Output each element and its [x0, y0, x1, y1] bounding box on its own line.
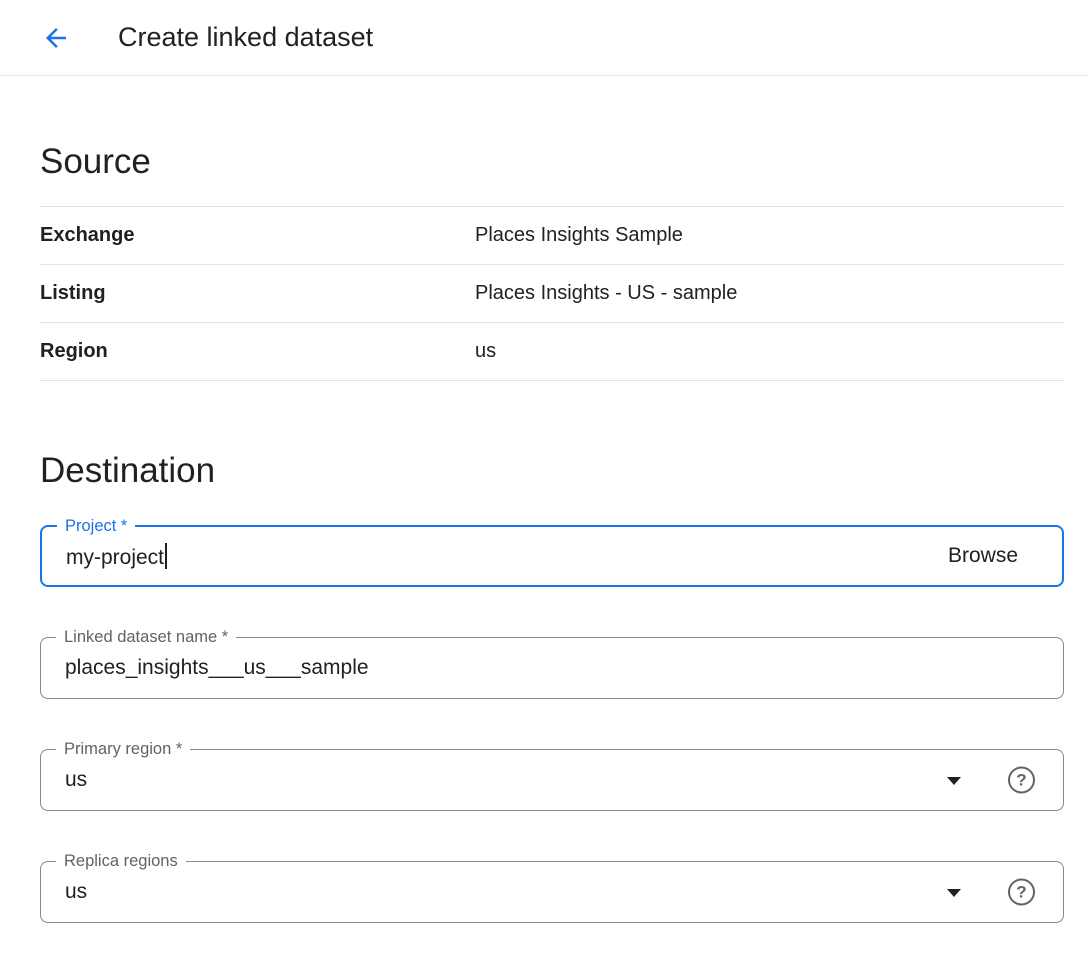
replica-regions-field[interactable]: Replica regions us ?: [40, 861, 1064, 923]
project-input[interactable]: my-project: [42, 543, 167, 570]
help-icon[interactable]: ?: [1008, 879, 1035, 906]
listing-label: Listing: [40, 282, 475, 305]
project-field-label: Project *: [57, 516, 135, 536]
replica-regions-label: Replica regions: [56, 851, 186, 871]
primary-region-label: Primary region *: [56, 739, 190, 759]
linked-dataset-name-field[interactable]: Linked dataset name * places_insights___…: [40, 637, 1064, 699]
destination-heading: Destination: [40, 451, 1064, 491]
table-row: Listing Places Insights - US - sample: [40, 265, 1064, 323]
linked-dataset-name-label: Linked dataset name *: [56, 627, 236, 647]
source-table: Exchange Places Insights Sample Listing …: [40, 206, 1064, 381]
table-row: Region us: [40, 323, 1064, 381]
dropdown-arrow-icon[interactable]: [947, 777, 961, 785]
project-field[interactable]: Project * my-project Browse: [40, 525, 1064, 587]
browse-button[interactable]: Browse: [948, 544, 1062, 568]
exchange-value: Places Insights Sample: [475, 224, 683, 247]
listing-value: Places Insights - US - sample: [475, 282, 737, 305]
exchange-label: Exchange: [40, 224, 475, 247]
replica-regions-select[interactable]: us: [41, 880, 87, 904]
table-row: Exchange Places Insights Sample: [40, 207, 1064, 265]
dropdown-arrow-icon[interactable]: [947, 889, 961, 897]
primary-region-select[interactable]: us: [41, 768, 87, 792]
page-header: Create linked dataset: [0, 0, 1088, 76]
source-heading: Source: [40, 142, 1064, 182]
primary-region-field[interactable]: Primary region * us ?: [40, 749, 1064, 811]
linked-dataset-name-input[interactable]: places_insights___us___sample: [41, 656, 369, 680]
back-arrow-icon[interactable]: [34, 16, 78, 60]
help-icon[interactable]: ?: [1008, 767, 1035, 794]
region-label: Region: [40, 340, 475, 363]
text-cursor: [165, 543, 167, 569]
page-title: Create linked dataset: [118, 22, 373, 53]
region-value: us: [475, 340, 496, 363]
